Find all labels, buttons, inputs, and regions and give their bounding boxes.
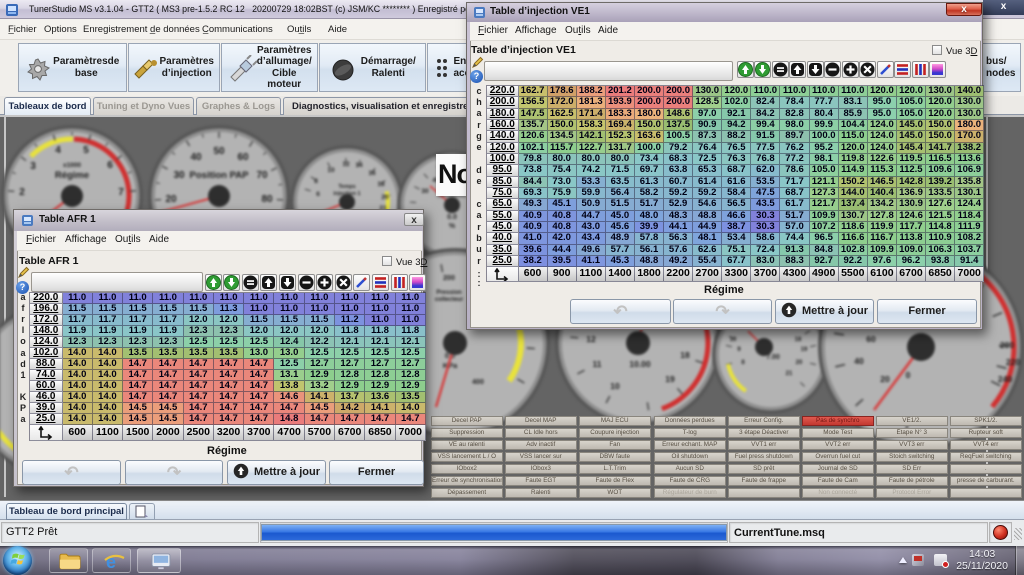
svg-text:30: 30 (421, 188, 429, 195)
svg-text:220: 220 (1006, 357, 1020, 367)
svg-text:19: 19 (801, 347, 808, 353)
svg-text:%: % (449, 223, 456, 230)
svg-text:60: 60 (866, 334, 876, 344)
svg-text:x1000: x1000 (63, 162, 81, 169)
svg-text:400: 400 (472, 379, 484, 386)
svg-text:70: 70 (256, 170, 268, 181)
svg-text:2: 2 (19, 187, 25, 198)
svg-text:0.0: 0.0 (447, 214, 457, 221)
svg-text:20: 20 (165, 194, 177, 205)
svg-text:40: 40 (854, 356, 864, 366)
svg-text:16: 16 (368, 170, 376, 177)
svg-text:6: 6 (316, 191, 320, 198)
svg-text:20: 20 (381, 194, 389, 201)
svg-text:200: 200 (1000, 340, 1014, 350)
svg-text:10: 10 (327, 167, 335, 174)
svg-text:3: 3 (30, 161, 36, 172)
svg-text:50: 50 (213, 146, 225, 157)
svg-text:18: 18 (377, 181, 385, 188)
svg-text:240: 240 (998, 374, 1012, 384)
svg-text:14: 14 (355, 162, 363, 169)
svg-text:80: 80 (261, 194, 273, 205)
svg-text:10: 10 (610, 381, 620, 391)
svg-text:8: 8 (314, 178, 318, 185)
svg-text:10: 10 (730, 337, 737, 343)
svg-text:10.00: 10.00 (629, 359, 651, 369)
svg-text:Position PAP: Position PAP (190, 170, 250, 181)
svg-text:12: 12 (586, 334, 596, 344)
svg-text:Temps: Temps (338, 184, 355, 190)
svg-text:0: 0 (906, 370, 911, 380)
svg-text:4: 4 (55, 145, 61, 156)
svg-text:18: 18 (795, 337, 802, 343)
svg-text:Régime: Régime (55, 170, 89, 181)
svg-text:20: 20 (880, 374, 890, 384)
svg-text:21: 21 (786, 371, 793, 377)
svg-text:18: 18 (680, 350, 690, 360)
svg-text:200: 200 (443, 275, 455, 282)
svg-text:Pression: Pression (436, 290, 462, 296)
svg-text:12: 12 (342, 161, 350, 168)
svg-text:20: 20 (796, 360, 803, 366)
svg-text:40: 40 (190, 152, 202, 163)
svg-text:collecteur: collecteur (435, 297, 464, 303)
svg-text:5: 5 (83, 145, 89, 156)
svg-text:6: 6 (107, 160, 113, 171)
svg-text:19: 19 (665, 374, 675, 384)
svg-text:60: 60 (237, 152, 249, 163)
svg-text:7: 7 (118, 187, 124, 198)
svg-text:30: 30 (173, 170, 185, 181)
svg-text:11: 11 (593, 359, 602, 369)
svg-text:7.00: 7.00 (766, 354, 780, 361)
